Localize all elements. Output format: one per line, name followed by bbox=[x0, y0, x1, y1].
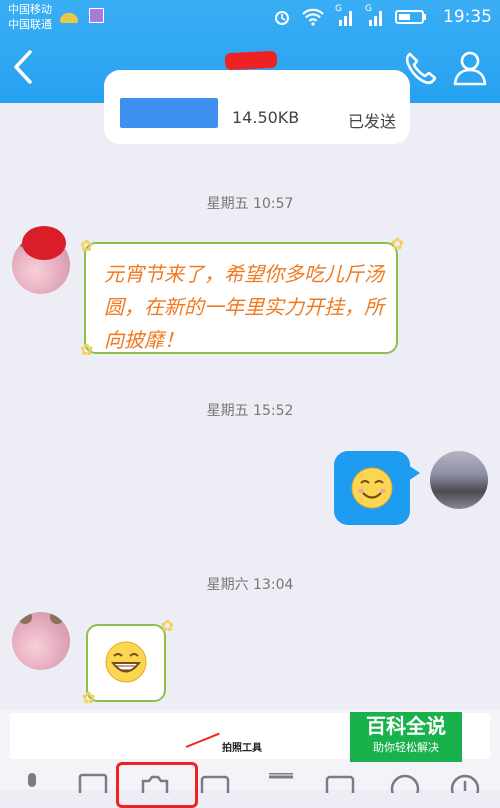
message-bubble[interactable]: ✿ ✿ ✿ 元宵节来了，希望你多吃儿斤汤圆，在新的一年里实力开挂，所向披靡！ bbox=[80, 236, 404, 358]
battery-icon bbox=[395, 10, 426, 24]
grin-emoji-icon bbox=[105, 641, 147, 683]
annotation-label: 拍照工具 bbox=[222, 743, 262, 754]
emoji-button[interactable] bbox=[390, 773, 420, 804]
system-status-icons: G G 19:35 bbox=[273, 4, 492, 28]
gif-icon bbox=[325, 775, 355, 797]
flower-decoration-icon: ✿ bbox=[160, 616, 174, 635]
bubble-tail bbox=[408, 465, 420, 481]
red-packet-button[interactable] bbox=[200, 773, 230, 797]
time-separator: 星期五 15:52 bbox=[206, 403, 294, 419]
flower-decoration-icon: ✿ bbox=[80, 236, 94, 255]
wifi-icon bbox=[302, 8, 324, 26]
file-size: 14.50KB bbox=[232, 108, 300, 127]
clock: 19:35 bbox=[443, 7, 492, 27]
flower-decoration-icon: ✿ bbox=[390, 234, 404, 253]
contact-name-redacted bbox=[224, 50, 278, 71]
satellite-icon bbox=[60, 13, 78, 23]
time-separator: 星期五 10:57 bbox=[206, 196, 294, 212]
watermark-title: 百科全说 bbox=[366, 714, 446, 738]
person-icon bbox=[453, 51, 487, 86]
watermark-logo: 百科全说 助你轻松解决 bbox=[350, 712, 462, 762]
time-separator: 星期六 13:04 bbox=[206, 577, 294, 593]
file-thumbnail bbox=[120, 98, 218, 128]
flower-decoration-icon: ✿ bbox=[82, 688, 96, 707]
file-message[interactable]: 14.50KB 已发送 bbox=[104, 70, 410, 144]
toolbar bbox=[0, 765, 500, 804]
carrier-1: 中国移动 bbox=[8, 3, 52, 16]
emoji-message-bubble[interactable] bbox=[334, 451, 420, 525]
carrier-2: 中国联通 bbox=[8, 18, 52, 31]
red-packet-icon bbox=[200, 775, 230, 797]
gallery-icon bbox=[89, 8, 105, 23]
more-button[interactable] bbox=[450, 773, 480, 804]
message-text: 元宵节来了，希望你多吃儿斤汤圆，在新的一年里实力开挂，所向披靡！ bbox=[104, 262, 384, 352]
flower-decoration-icon: ✿ bbox=[80, 340, 94, 359]
alarm-icon bbox=[275, 11, 289, 25]
image-icon bbox=[78, 773, 108, 797]
file-button[interactable] bbox=[266, 771, 296, 793]
my-avatar[interactable] bbox=[430, 451, 488, 509]
camera-highlight-box bbox=[116, 762, 198, 808]
smiley-icon bbox=[390, 774, 420, 804]
file-status: 已发送 bbox=[347, 112, 396, 131]
voice-button[interactable] bbox=[22, 773, 52, 793]
avatar-ear bbox=[50, 612, 64, 624]
profile-button[interactable] bbox=[450, 48, 490, 88]
contact-avatar[interactable] bbox=[12, 612, 70, 670]
signal-2: G bbox=[365, 4, 385, 26]
smile-emoji-icon bbox=[351, 467, 393, 509]
avatar-redaction bbox=[22, 226, 66, 260]
plus-circle-icon bbox=[450, 774, 480, 804]
folder-icon bbox=[269, 771, 293, 779]
status-bar: 中国移动 中国联通 G G 19:35 bbox=[0, 0, 500, 34]
watermark-subtitle: 助你轻松解决 bbox=[373, 741, 439, 754]
signal-1: G bbox=[335, 4, 355, 26]
emoji-message-bubble[interactable]: ✿ ✿ bbox=[82, 618, 174, 706]
image-button[interactable] bbox=[78, 773, 108, 797]
avatar-ear bbox=[18, 612, 32, 624]
app-notification-icons bbox=[60, 8, 105, 27]
gif-button[interactable] bbox=[325, 773, 355, 797]
microphone-icon bbox=[28, 773, 36, 787]
